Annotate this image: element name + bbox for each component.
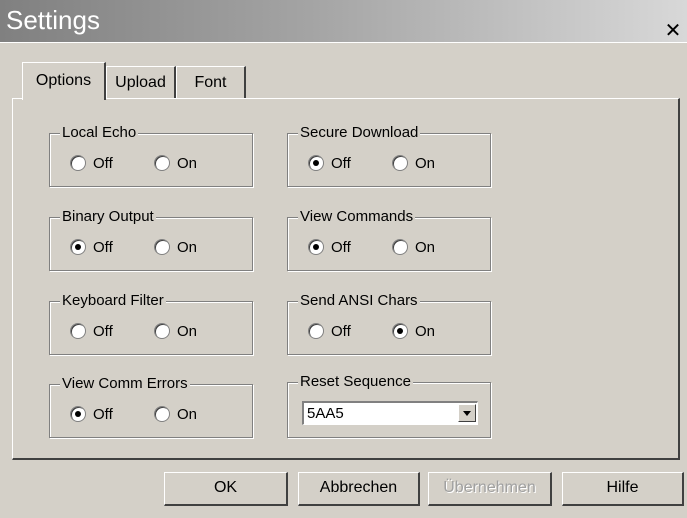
secure-download-on-radio[interactable]: On <box>392 153 435 173</box>
view-comm-errors-on-radio[interactable]: On <box>154 404 197 424</box>
title-bar: Settings ✕ <box>0 0 687 43</box>
radio-label: Off <box>93 238 113 256</box>
radio-circle <box>392 155 408 171</box>
radio-circle-checked <box>70 239 86 255</box>
radio-label: On <box>415 322 436 340</box>
send-ansi-chars-label: Send ANSI Chars <box>298 292 420 310</box>
radio-circle-checked <box>308 155 324 171</box>
view-comm-errors-group: View Comm Errors Off On <box>49 375 253 438</box>
send-ansi-chars-group: Send ANSI Chars Off On <box>287 292 491 355</box>
radio-circle-checked <box>308 239 324 255</box>
secure-download-group: Secure Download Off On <box>287 124 491 187</box>
keyboard-filter-group: Keyboard Filter Off On <box>49 292 253 355</box>
radio-label: Off <box>331 238 351 256</box>
keyboard-filter-off-radio[interactable]: Off <box>70 321 113 341</box>
send-ansi-chars-on-radio[interactable]: On <box>392 321 435 341</box>
tab-upload[interactable]: Upload <box>106 66 176 98</box>
tab-options[interactable]: Options <box>22 62 106 100</box>
apply-button[interactable]: Übernehmen <box>428 472 552 506</box>
close-icon[interactable]: ✕ <box>663 20 683 40</box>
secure-download-off-radio[interactable]: Off <box>308 153 351 173</box>
radio-circle-checked <box>392 323 408 339</box>
options-panel: Local Echo Off On Binary Output Off On K… <box>12 98 680 460</box>
reset-sequence-label: Reset Sequence <box>298 373 413 391</box>
keyboard-filter-on-radio[interactable]: On <box>154 321 197 341</box>
radio-label: On <box>177 322 198 340</box>
radio-circle <box>70 323 86 339</box>
radio-circle <box>154 239 170 255</box>
view-commands-off-radio[interactable]: Off <box>308 237 351 257</box>
reset-sequence-group: Reset Sequence 5AA5 <box>287 373 491 438</box>
window-title: Settings <box>6 5 100 35</box>
radio-circle <box>392 239 408 255</box>
tab-font[interactable]: Font <box>176 66 246 98</box>
radio-circle <box>308 323 324 339</box>
cancel-button[interactable]: Abbrechen <box>298 472 420 506</box>
help-button[interactable]: Hilfe <box>562 472 684 506</box>
secure-download-label: Secure Download <box>298 124 421 142</box>
view-commands-group: View Commands Off On <box>287 208 491 271</box>
radio-circle <box>154 155 170 171</box>
chevron-down-icon[interactable] <box>458 404 476 422</box>
radio-label: On <box>177 238 198 256</box>
binary-output-on-radio[interactable]: On <box>154 237 197 257</box>
radio-label: On <box>415 154 436 172</box>
view-comm-errors-label: View Comm Errors <box>60 375 190 393</box>
local-echo-group: Local Echo Off On <box>49 124 253 187</box>
reset-sequence-value: 5AA5 <box>307 405 344 422</box>
view-commands-on-radio[interactable]: On <box>392 237 435 257</box>
local-echo-on-radio[interactable]: On <box>154 153 197 173</box>
radio-circle <box>154 406 170 422</box>
view-comm-errors-off-radio[interactable]: Off <box>70 404 113 424</box>
binary-output-off-radio[interactable]: Off <box>70 237 113 257</box>
radio-label: On <box>177 154 198 172</box>
binary-output-label: Binary Output <box>60 208 156 226</box>
local-echo-label: Local Echo <box>60 124 139 142</box>
binary-output-group: Binary Output Off On <box>49 208 253 271</box>
radio-label: Off <box>331 154 351 172</box>
reset-sequence-select[interactable]: 5AA5 <box>302 401 478 425</box>
radio-label: Off <box>93 154 113 172</box>
radio-label: On <box>177 405 198 423</box>
radio-label: Off <box>331 322 351 340</box>
view-commands-label: View Commands <box>298 208 416 226</box>
radio-circle <box>154 323 170 339</box>
radio-label: Off <box>93 405 113 423</box>
radio-label: On <box>415 238 436 256</box>
send-ansi-chars-off-radio[interactable]: Off <box>308 321 351 341</box>
local-echo-off-radio[interactable]: Off <box>70 153 113 173</box>
radio-circle-checked <box>70 406 86 422</box>
ok-button[interactable]: OK <box>164 472 288 506</box>
radio-circle <box>70 155 86 171</box>
keyboard-filter-label: Keyboard Filter <box>60 292 166 310</box>
radio-label: Off <box>93 322 113 340</box>
